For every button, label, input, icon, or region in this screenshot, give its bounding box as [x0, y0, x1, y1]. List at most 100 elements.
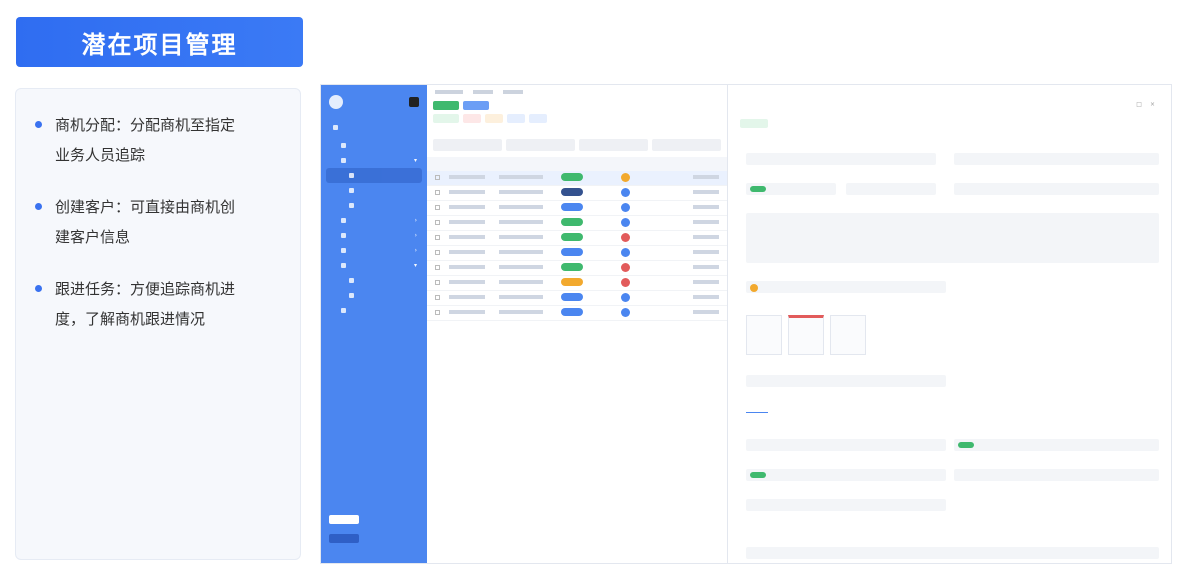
table-row[interactable]: [427, 246, 727, 261]
feature-line: 度，了解商机跟进情况: [55, 310, 206, 328]
tab-active[interactable]: [746, 405, 768, 413]
detail-field[interactable]: [846, 183, 936, 195]
status-pill: [958, 442, 974, 448]
detail-field[interactable]: [954, 153, 1159, 165]
table-row[interactable]: [427, 216, 727, 231]
table-row[interactable]: [427, 306, 727, 321]
priority-dot: [621, 292, 630, 302]
avatar[interactable]: [409, 97, 419, 107]
filter-input[interactable]: [433, 139, 502, 151]
toolbar-button[interactable]: [463, 114, 481, 123]
row-checkbox[interactable]: [435, 264, 440, 270]
status-pill: [561, 248, 583, 256]
feature-item: 商机分配：分配商机至指定 业务人员追踪: [35, 110, 275, 170]
row-checkbox[interactable]: [435, 294, 440, 300]
table-header: [427, 157, 727, 171]
nav-icon: [341, 158, 346, 163]
row-checkbox[interactable]: [435, 309, 440, 315]
detail-field[interactable]: [954, 439, 1159, 451]
feature-item: 跟进任务：方便追踪商机进 度，了解商机跟进情况: [35, 274, 275, 334]
priority-dot: [621, 262, 630, 272]
sidebar-item[interactable]: [321, 288, 427, 303]
table-row[interactable]: [427, 276, 727, 291]
detail-field[interactable]: [746, 375, 946, 387]
status-pill: [561, 173, 583, 181]
nav-icon: [341, 308, 346, 313]
sidebar-item[interactable]: ▾: [321, 153, 427, 168]
detail-field[interactable]: [746, 183, 836, 195]
status-pill: [561, 233, 583, 241]
nav-icon: [341, 143, 346, 148]
priority-dot: [750, 284, 758, 292]
filter-input[interactable]: [506, 139, 575, 151]
status-pill: [561, 188, 583, 196]
status-pill: [750, 472, 766, 478]
sidebar-item[interactable]: [321, 198, 427, 213]
row-checkbox[interactable]: [435, 189, 440, 195]
toolbar-button[interactable]: [507, 114, 525, 123]
sidebar-item[interactable]: ▾: [321, 258, 427, 273]
toolbar-button[interactable]: [433, 114, 459, 123]
org-icon: [333, 125, 338, 130]
table-row[interactable]: [427, 261, 727, 276]
row-checkbox[interactable]: [435, 279, 440, 285]
sidebar-item[interactable]: [321, 303, 427, 318]
chevron-right-icon: ›: [414, 247, 417, 254]
toolbar-button[interactable]: [485, 114, 503, 123]
toolbar-button[interactable]: [463, 101, 489, 110]
table-row[interactable]: [427, 201, 727, 216]
table-row[interactable]: [427, 231, 727, 246]
status-pill: [561, 203, 583, 211]
nav-icon: [349, 293, 354, 298]
attachment-thumbnail[interactable]: [746, 315, 782, 355]
sidebar-item[interactable]: [321, 138, 427, 153]
tab[interactable]: [778, 405, 800, 413]
row-checkbox[interactable]: [435, 204, 440, 210]
status-pill: [561, 293, 583, 301]
sidebar-item[interactable]: ›: [321, 213, 427, 228]
table-row[interactable]: [427, 291, 727, 306]
detail-field[interactable]: [746, 469, 946, 481]
window-controls[interactable]: □×: [1136, 101, 1163, 108]
app-sidebar: ▾ › › › ▾: [321, 85, 427, 563]
table-row[interactable]: [427, 171, 727, 186]
sidebar-item[interactable]: [321, 183, 427, 198]
sidebar-item[interactable]: ›: [321, 243, 427, 258]
sidebar-item-active[interactable]: [326, 168, 422, 183]
detail-field[interactable]: [746, 547, 1159, 559]
status-pill: [561, 263, 583, 271]
bullet-icon: [35, 203, 42, 210]
upload-icon[interactable]: [830, 315, 866, 355]
logo-icon: [329, 95, 343, 109]
app-screenshot: ▾ › › › ▾ □×: [320, 84, 1172, 564]
table-row[interactable]: [427, 186, 727, 201]
row-checkbox[interactable]: [435, 219, 440, 225]
detail-drawer: □×: [727, 85, 1171, 563]
detail-field[interactable]: [746, 153, 936, 165]
filter-input[interactable]: [579, 139, 648, 151]
detail-field[interactable]: [746, 439, 946, 451]
sidebar-item[interactable]: ›: [321, 228, 427, 243]
row-checkbox[interactable]: [435, 174, 440, 180]
detail-field[interactable]: [954, 469, 1159, 481]
chevron-down-icon: ▾: [413, 157, 417, 164]
sidebar-item[interactable]: [321, 273, 427, 288]
feature-line: 创建客户：可直接由商机创: [55, 198, 236, 216]
detail-textarea[interactable]: [746, 213, 1159, 263]
detail-field[interactable]: [746, 281, 946, 293]
sidebar-button[interactable]: [329, 534, 359, 543]
row-checkbox[interactable]: [435, 234, 440, 240]
nav-icon: [349, 173, 354, 178]
org-selector[interactable]: [321, 119, 427, 138]
row-checkbox[interactable]: [435, 249, 440, 255]
sidebar-button[interactable]: [329, 515, 359, 524]
toolbar-button[interactable]: [529, 114, 547, 123]
detail-field[interactable]: [746, 499, 946, 511]
filter-input[interactable]: [652, 139, 721, 151]
nav-icon: [349, 278, 354, 283]
attachment-thumbnail[interactable]: [788, 315, 824, 355]
status-badge: [740, 119, 768, 128]
chevron-right-icon: ›: [414, 217, 417, 224]
detail-field[interactable]: [954, 183, 1159, 195]
toolbar-button[interactable]: [433, 101, 459, 110]
